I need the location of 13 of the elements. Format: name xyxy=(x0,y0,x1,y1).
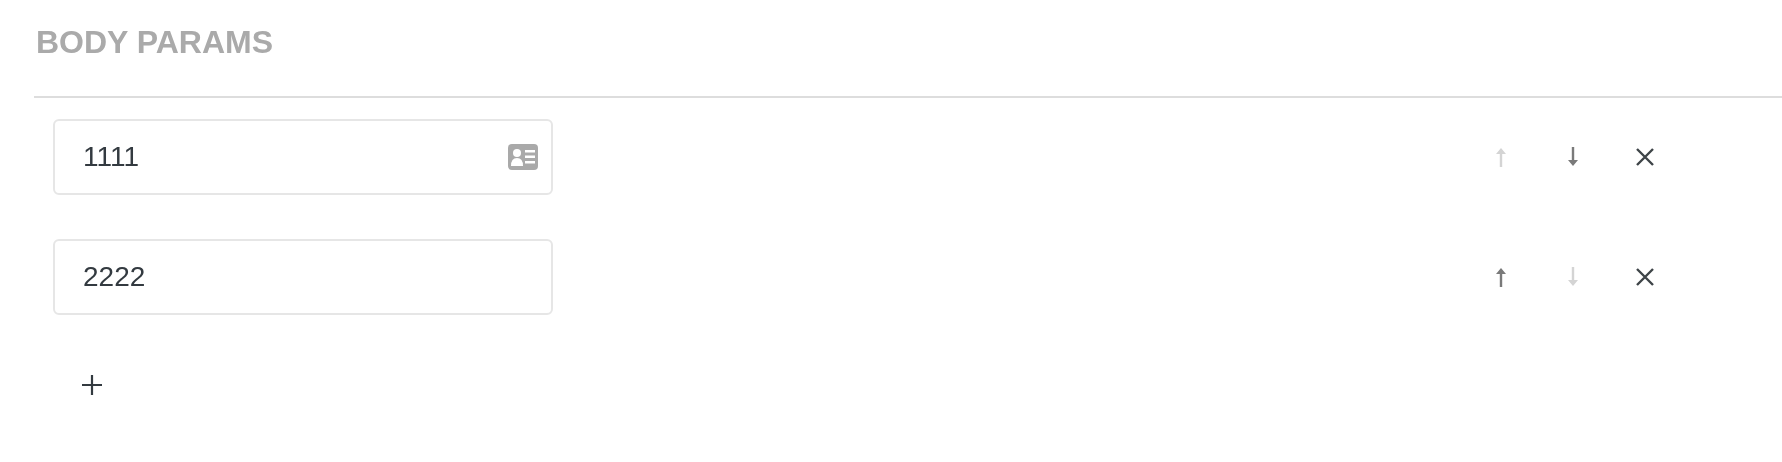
input-field[interactable]: 1111 xyxy=(53,119,553,195)
contact-card-icon[interactable] xyxy=(507,143,539,171)
field-value: 2222 xyxy=(83,261,146,292)
close-icon xyxy=(1635,147,1655,167)
close-icon xyxy=(1635,267,1655,287)
section-title: BODY PARAMS xyxy=(35,23,275,62)
down-arrow-icon xyxy=(1566,266,1580,288)
field-value: 1111 xyxy=(83,141,140,172)
down-arrow-icon xyxy=(1566,146,1580,168)
up-arrow-icon xyxy=(1494,266,1508,288)
plus-icon xyxy=(81,374,103,396)
up-arrow-icon xyxy=(1494,146,1508,168)
input-field[interactable]: 2222 xyxy=(53,239,553,315)
